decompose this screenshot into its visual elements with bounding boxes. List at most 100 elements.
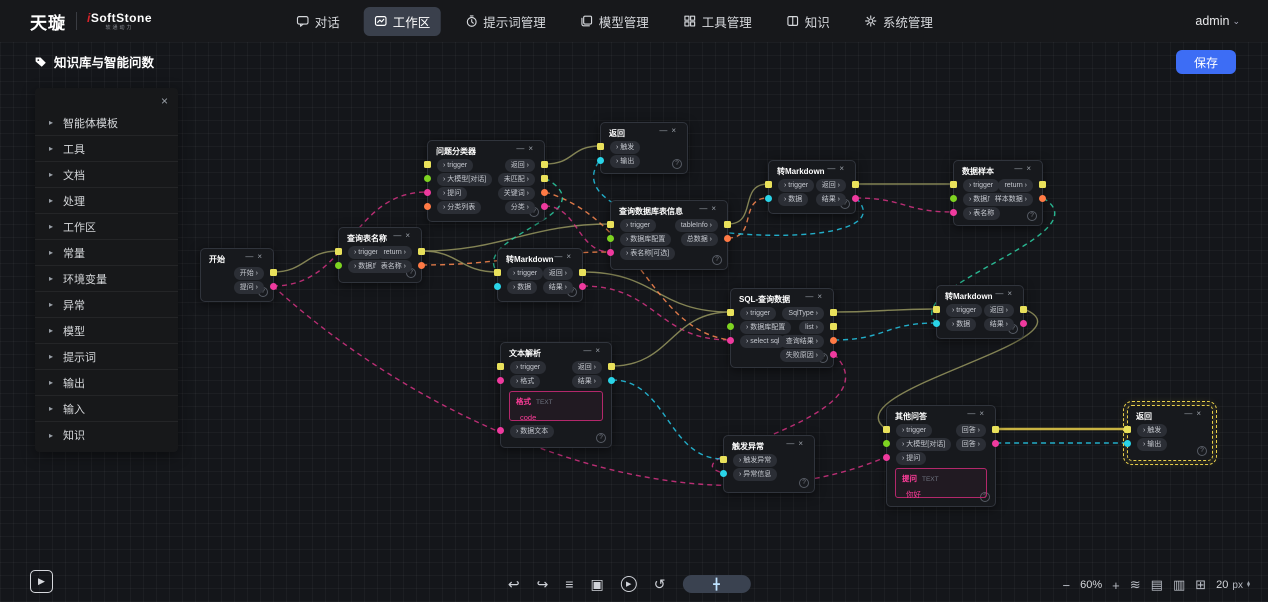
sidebar-item-知识[interactable]: ▸知识 bbox=[35, 422, 178, 448]
input-port-trigger[interactable] bbox=[607, 221, 614, 228]
minimize-icon[interactable]: — bbox=[583, 346, 595, 355]
sidebar-item-异常[interactable]: ▸异常 bbox=[35, 292, 178, 318]
minimize-icon[interactable]: — bbox=[659, 126, 671, 135]
output-port-回答[interactable] bbox=[992, 440, 999, 447]
sidebar-item-模型[interactable]: ▸模型 bbox=[35, 318, 178, 344]
minimize-icon[interactable]: — bbox=[995, 289, 1007, 298]
pan-button[interactable]: ╋ bbox=[682, 575, 750, 593]
close-icon[interactable]: × bbox=[1007, 289, 1016, 298]
minimize-icon[interactable]: — bbox=[1184, 409, 1196, 418]
help-icon[interactable]: ? bbox=[712, 255, 722, 265]
input-port-数据[interactable] bbox=[765, 195, 772, 202]
output-port-结果[interactable] bbox=[1020, 320, 1027, 327]
minimize-icon[interactable]: — bbox=[393, 231, 405, 240]
align-horizontal-icon[interactable]: ▤ bbox=[1151, 577, 1163, 593]
sidebar-item-输出[interactable]: ▸输出 bbox=[35, 370, 178, 396]
node-return-right[interactable]: 返回—×?› 触发› 输出 bbox=[1127, 405, 1213, 461]
zoom-out-button[interactable]: − bbox=[1063, 578, 1071, 593]
nav-item-对话[interactable]: 对话 bbox=[286, 7, 350, 36]
input-port-trigger[interactable] bbox=[335, 248, 342, 255]
minimize-icon[interactable]: — bbox=[967, 409, 979, 418]
sidebar-item-智能体模板[interactable]: ▸智能体模板 bbox=[35, 110, 178, 136]
align-vertical-icon[interactable]: ▥ bbox=[1173, 577, 1185, 593]
input-port-输出[interactable] bbox=[597, 157, 604, 164]
output-port-SqlType[interactable] bbox=[830, 309, 837, 316]
nav-item-工具管理[interactable]: 工具管理 bbox=[673, 7, 762, 36]
node-start[interactable]: 开始—×?开始 ›提问 › bbox=[200, 248, 274, 302]
redo-icon[interactable]: ↪ bbox=[537, 577, 549, 591]
output-port-总数据[interactable] bbox=[724, 235, 731, 242]
help-icon[interactable]: ? bbox=[799, 478, 809, 488]
nav-item-系统管理[interactable]: 系统管理 bbox=[854, 7, 943, 36]
minimize-icon[interactable]: — bbox=[245, 252, 257, 261]
nav-item-工作区[interactable]: 工作区 bbox=[364, 7, 441, 36]
stepper-down-icon[interactable]: ▾ bbox=[1247, 585, 1250, 588]
input-port-数据[interactable] bbox=[494, 283, 501, 290]
grid-size-icon[interactable]: ⊞ bbox=[1195, 577, 1206, 593]
sidebar-item-工具[interactable]: ▸工具 bbox=[35, 136, 178, 162]
node-return-top[interactable]: 返回—×?› 触发› 输出 bbox=[600, 122, 688, 174]
undo-icon[interactable]: ↩ bbox=[508, 577, 520, 591]
output-port-查询结果[interactable] bbox=[830, 337, 837, 344]
run-icon[interactable]: ▶ bbox=[621, 576, 637, 592]
help-icon[interactable]: ? bbox=[1027, 211, 1037, 221]
output-port-失败原因[interactable] bbox=[830, 351, 837, 358]
output-port-返回[interactable] bbox=[579, 269, 586, 276]
close-icon[interactable]: × bbox=[839, 164, 848, 173]
save-button[interactable]: 保存 bbox=[1176, 50, 1236, 74]
minimize-icon[interactable]: — bbox=[805, 292, 817, 301]
input-port-trigger[interactable] bbox=[883, 426, 890, 433]
zoom-in-button[interactable]: + bbox=[1112, 578, 1120, 593]
grid-size-stepper[interactable]: ▴ ▾ bbox=[1247, 582, 1250, 589]
close-icon[interactable]: × bbox=[257, 252, 266, 261]
close-icon[interactable]: × bbox=[595, 346, 604, 355]
close-icon[interactable]: × bbox=[161, 94, 168, 108]
node-other-qa[interactable]: 其他问答—×?› trigger› 大模型[对话]› 提问回答 ›回答 ›提问T… bbox=[886, 405, 996, 507]
close-icon[interactable]: × bbox=[817, 292, 826, 301]
help-icon[interactable]: ? bbox=[1197, 446, 1207, 456]
node-query-table-info[interactable]: 查询数据库表信息—×?› trigger› 数据库配置› 表名称[可选]tabl… bbox=[610, 200, 728, 270]
node-to-markdown-left[interactable]: 转Markdown—×?› trigger› 数据返回 ›结果 › bbox=[497, 248, 583, 302]
input-port-触发异常[interactable] bbox=[720, 456, 727, 463]
run-panel-button[interactable]: ▶ bbox=[30, 570, 53, 593]
close-icon[interactable]: × bbox=[1196, 409, 1205, 418]
output-port-样本数据[interactable] bbox=[1039, 195, 1046, 202]
minimize-icon[interactable]: — bbox=[516, 144, 528, 153]
sidebar-item-输入[interactable]: ▸输入 bbox=[35, 396, 178, 422]
node-field-box[interactable]: 提问TEXT你好 bbox=[895, 468, 987, 498]
output-port-返回[interactable] bbox=[852, 181, 859, 188]
output-port-返回[interactable] bbox=[1020, 306, 1027, 313]
nav-item-知识[interactable]: 知识 bbox=[776, 7, 840, 36]
output-port-返回[interactable] bbox=[541, 161, 548, 168]
nav-item-提示词管理[interactable]: 提示词管理 bbox=[454, 7, 556, 36]
node-to-markdown-top[interactable]: 转Markdown—×?› trigger› 数据返回 ›结果 › bbox=[768, 160, 856, 214]
input-port-格式[interactable] bbox=[497, 377, 504, 384]
node-throw-exception[interactable]: 触发异常—×?› 触发异常› 异常信息 bbox=[723, 435, 815, 493]
close-icon[interactable]: × bbox=[798, 439, 807, 448]
output-port-结果[interactable] bbox=[579, 283, 586, 290]
close-icon[interactable]: × bbox=[1026, 164, 1035, 173]
output-port-返回[interactable] bbox=[608, 363, 615, 370]
output-port-tableInfo[interactable] bbox=[724, 221, 731, 228]
input-port-trigger[interactable] bbox=[933, 306, 940, 313]
output-port-分类[interactable] bbox=[541, 203, 548, 210]
output-port-return[interactable] bbox=[418, 248, 425, 255]
node-text-parse[interactable]: 文本解析—×?› trigger› 格式› 数据文本返回 ›结果 ›格式TEXT… bbox=[500, 342, 612, 448]
close-icon[interactable]: × bbox=[979, 409, 988, 418]
node-field-box[interactable]: 格式TEXTcode bbox=[509, 391, 603, 421]
input-port-数据库配置[interactable] bbox=[727, 323, 734, 330]
sidebar-item-文档[interactable]: ▸文档 bbox=[35, 162, 178, 188]
layers-icon[interactable]: ≋ bbox=[1130, 577, 1141, 593]
input-port-数据库配置[interactable] bbox=[950, 195, 957, 202]
input-port-数据文本[interactable] bbox=[497, 427, 504, 434]
input-port-数据库配置[interactable] bbox=[607, 235, 614, 242]
node-question-classifier[interactable]: 问题分类器—×?› trigger› 大模型[对话]› 提问› 分类列表返回 ›… bbox=[427, 140, 545, 222]
input-port-输出[interactable] bbox=[1124, 440, 1131, 447]
close-icon[interactable]: × bbox=[711, 204, 720, 213]
output-port-表名称[interactable] bbox=[418, 262, 425, 269]
output-port-return[interactable] bbox=[1039, 181, 1046, 188]
input-port-触发[interactable] bbox=[597, 143, 604, 150]
output-port-结果[interactable] bbox=[852, 195, 859, 202]
input-port-提问[interactable] bbox=[424, 189, 431, 196]
node-to-markdown-right[interactable]: 转Markdown—×?› trigger› 数据返回 ›结果 › bbox=[936, 285, 1024, 339]
